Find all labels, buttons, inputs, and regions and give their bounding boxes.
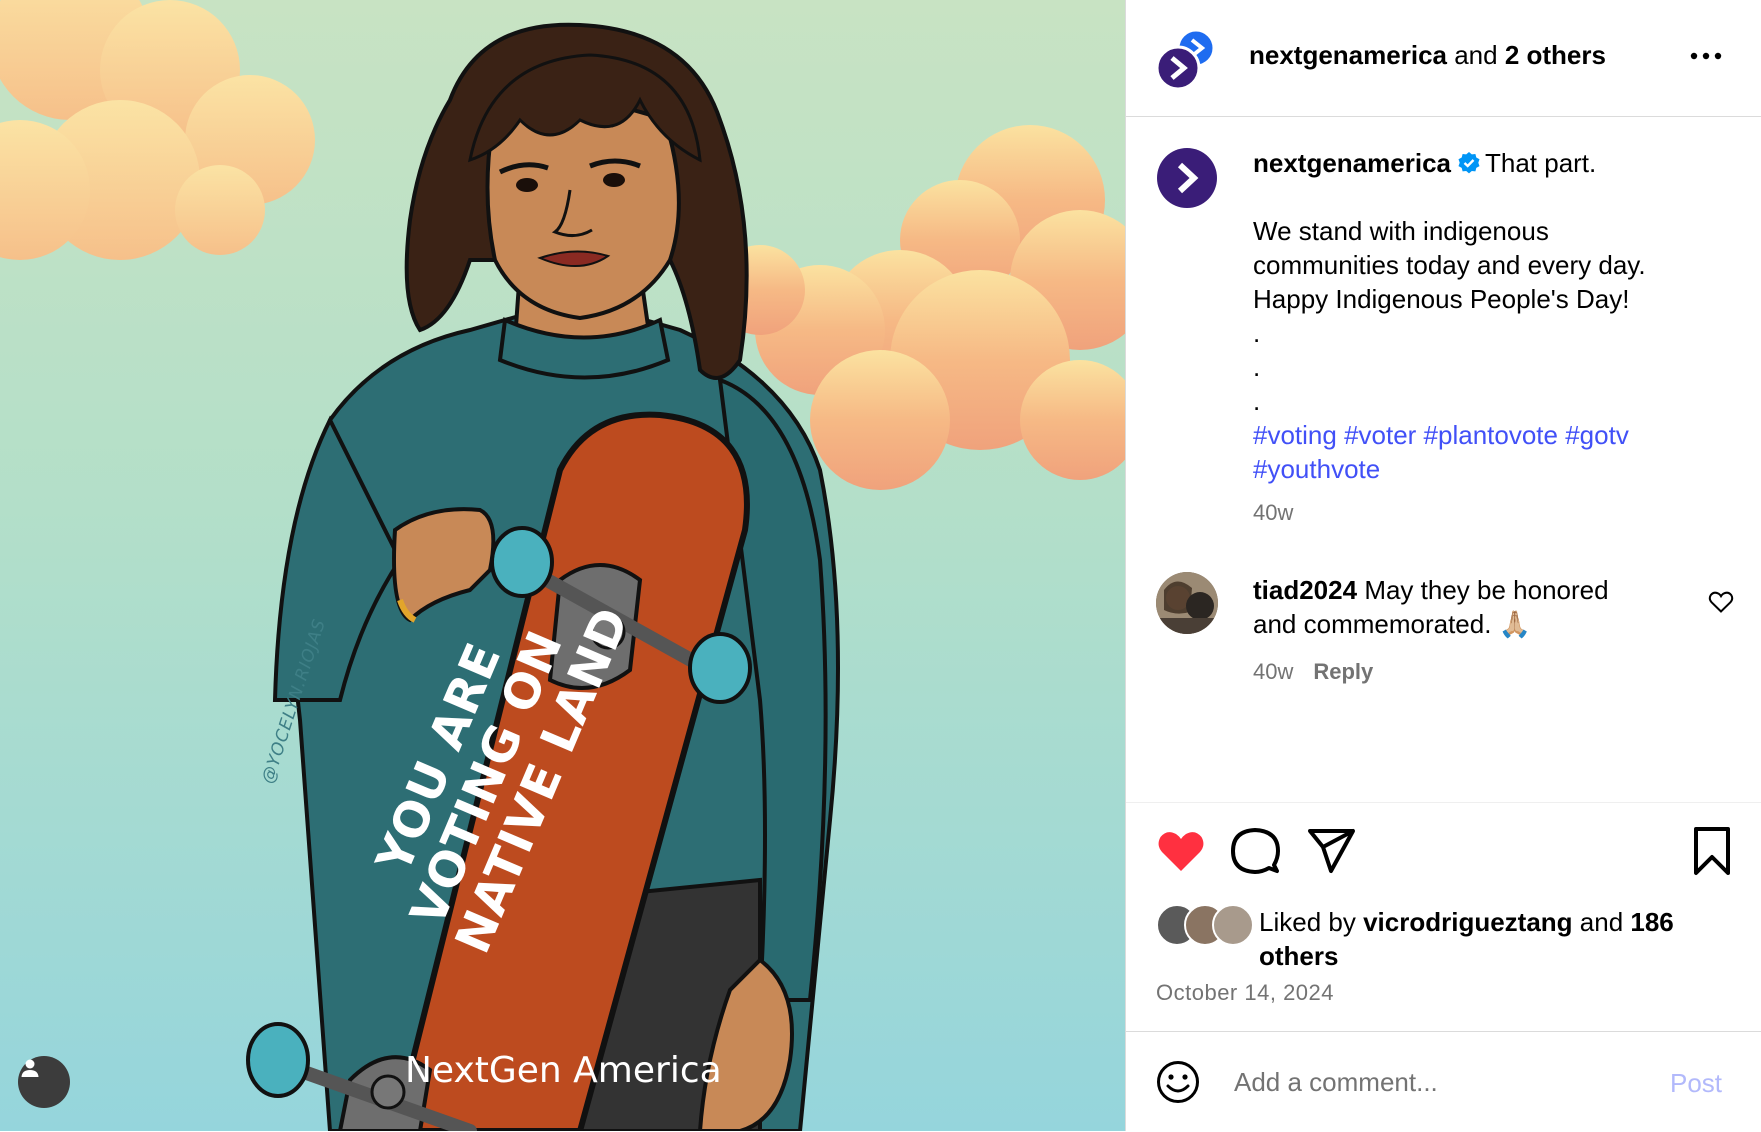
header-others-link[interactable]: 2 others xyxy=(1505,40,1606,70)
face xyxy=(485,100,681,321)
bookmark-icon[interactable] xyxy=(1686,825,1738,877)
post-image[interactable]: @YOCELYN.RIOJAS YOU ARE VOTING ON NATIVE… xyxy=(0,0,1125,1131)
caption-line: We stand with indigenous xyxy=(1253,216,1549,246)
caption-line: . xyxy=(1253,386,1261,416)
brand-watermark: NextGen America xyxy=(405,1050,722,1091)
header-title: nextgenamerica and 2 others xyxy=(1249,40,1606,71)
share-icon[interactable] xyxy=(1306,825,1358,877)
caption-line: . xyxy=(1253,352,1261,382)
caption-line: communities today and every day. xyxy=(1253,250,1646,280)
instagram-post-modal: @YOCELYN.RIOJAS YOU ARE VOTING ON NATIVE… xyxy=(0,0,1761,1131)
header-username[interactable]: nextgenamerica xyxy=(1249,40,1447,70)
tagged-users-button[interactable] xyxy=(18,1056,70,1108)
comment-text: and commemorated. 🙏🏼 xyxy=(1253,609,1532,639)
caption-line: . xyxy=(1253,318,1261,348)
cloud-left xyxy=(0,0,315,260)
likes-prefix: Liked by xyxy=(1259,907,1364,937)
caption-timestamp[interactable]: 40w xyxy=(1253,500,1293,526)
post-date[interactable]: October 14, 2024 xyxy=(1156,980,1334,1006)
verified-badge-icon xyxy=(1458,152,1480,174)
collab-avatar[interactable] xyxy=(1156,28,1220,92)
comment-input[interactable] xyxy=(1232,1058,1616,1106)
liker-avatars[interactable] xyxy=(1156,904,1254,946)
action-bar xyxy=(1126,825,1761,881)
more-options-icon[interactable] xyxy=(1686,44,1726,68)
heart-filled-icon[interactable] xyxy=(1155,825,1207,877)
post-caption: nextgenamerica That part. We stand with … xyxy=(1253,146,1723,486)
emoji-icon[interactable] xyxy=(1156,1060,1200,1104)
caption-username[interactable]: nextgenamerica xyxy=(1253,148,1451,178)
comment-meta: 40w Reply xyxy=(1253,659,1373,685)
reply-button[interactable]: Reply xyxy=(1313,659,1373,684)
caption-first-line: That part. xyxy=(1484,148,1597,178)
caption-hashtags[interactable]: #youthvote xyxy=(1253,452,1723,486)
heart-outline-icon[interactable] xyxy=(1708,590,1734,614)
caption-avatar[interactable] xyxy=(1156,147,1218,209)
likes-summary: Liked by vicrodrigueztang and 186 others xyxy=(1259,905,1729,973)
commenter-photo xyxy=(1156,572,1218,634)
commenter-avatar[interactable] xyxy=(1156,572,1218,634)
comment-text: May they be honored xyxy=(1364,575,1609,605)
comment-icon[interactable] xyxy=(1229,825,1281,877)
comment-username[interactable]: tiad2024 xyxy=(1253,575,1357,605)
post-header: nextgenamerica and 2 others xyxy=(1126,0,1761,117)
person-icon xyxy=(21,1059,39,1077)
comment-timestamp[interactable]: 40w xyxy=(1253,659,1293,684)
caption-gap xyxy=(1253,180,1723,214)
caption-line: Happy Indigenous People's Day! xyxy=(1253,284,1630,314)
illustration xyxy=(0,0,1125,1131)
liker-username[interactable]: vicrodrigueztang xyxy=(1363,907,1572,937)
liker-avatar xyxy=(1212,904,1254,946)
add-comment-bar: Post xyxy=(1126,1031,1761,1132)
header-connector: and xyxy=(1446,40,1505,70)
post-comment-button[interactable]: Post xyxy=(1670,1068,1722,1099)
post-side-panel: nextgenamerica and 2 others nextgenameri… xyxy=(1125,0,1761,1131)
caption-hashtags[interactable]: #voting #voter #plantovote #gotv xyxy=(1253,418,1723,452)
section-divider xyxy=(1126,802,1761,803)
comment-body: tiad2024 May they be honored and commemo… xyxy=(1253,573,1673,641)
likes-connector: and xyxy=(1572,907,1631,937)
